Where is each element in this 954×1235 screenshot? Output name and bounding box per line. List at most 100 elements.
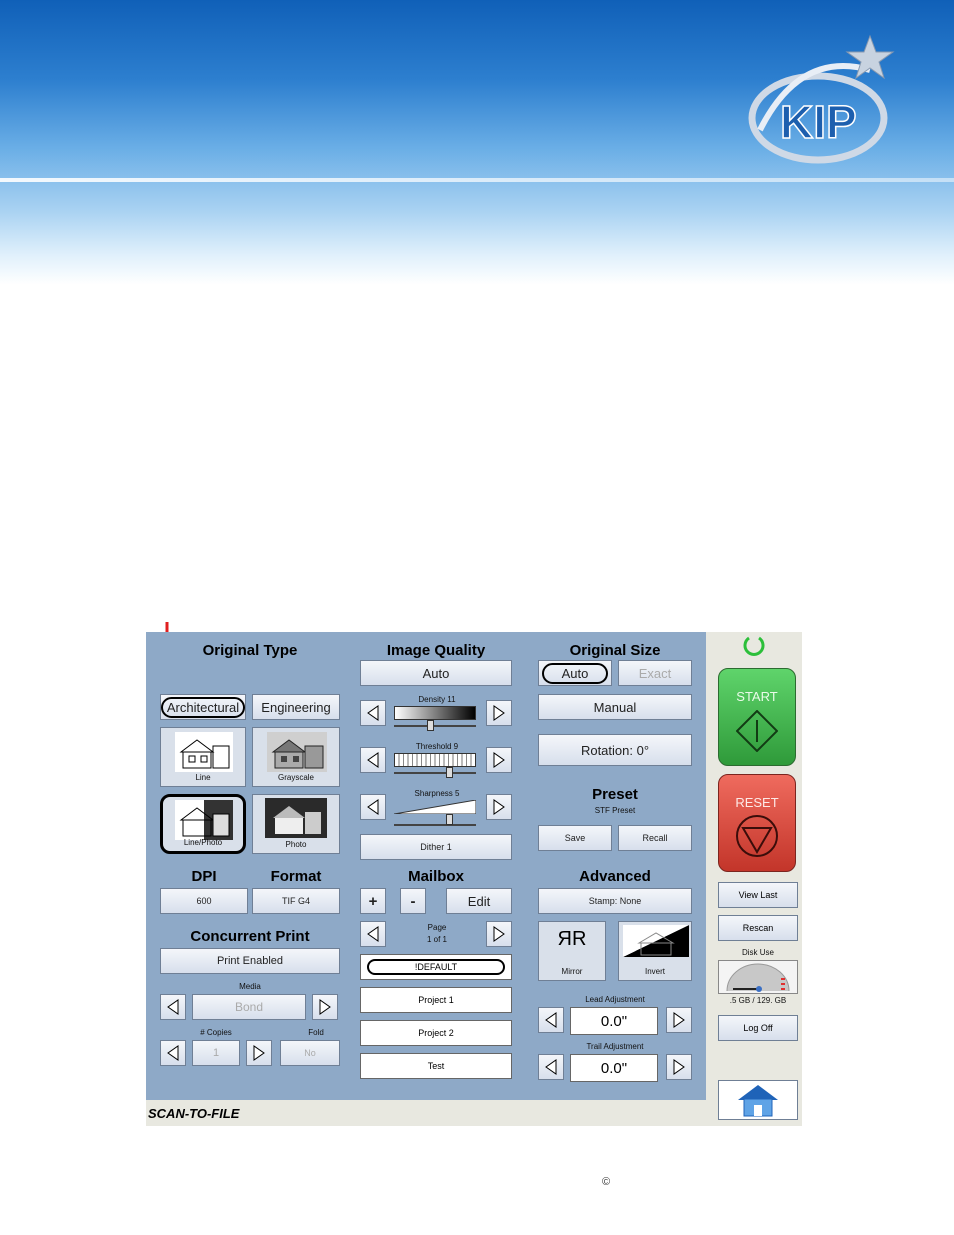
arrow-right-icon (673, 1059, 685, 1075)
mailbox-item-test[interactable]: Test (360, 1053, 512, 1079)
sharpness-decrease-button[interactable] (360, 794, 386, 820)
preset-save-button[interactable]: Save (538, 825, 612, 851)
architectural-label: Architectural (160, 696, 246, 718)
trail-adjustment-value[interactable]: 0.0" (570, 1054, 658, 1082)
preset-recall-button[interactable]: Recall (618, 825, 692, 851)
copyright-symbol: © (602, 1176, 611, 1188)
start-label: START (736, 689, 778, 704)
log-off-button[interactable]: Log Off (718, 1015, 798, 1041)
mailbox-remove-button[interactable]: - (400, 888, 426, 914)
threshold-slider[interactable] (394, 753, 476, 779)
media-prev-button[interactable] (160, 994, 186, 1020)
arrow-left-icon (545, 1012, 557, 1028)
architectural-button[interactable]: Architectural (160, 694, 246, 720)
arrow-left-icon (167, 1045, 179, 1061)
side-panel: START RESET View Last Rescan Disk Use .5… (706, 632, 802, 1126)
density-track (394, 725, 476, 727)
mailbox-page-next-button[interactable] (486, 921, 512, 947)
house-grayscale-icon (267, 732, 327, 772)
trail-increase-button[interactable] (666, 1054, 692, 1080)
density-thumb[interactable] (427, 720, 434, 731)
sharpness-increase-button[interactable] (486, 794, 512, 820)
threshold-increase-button[interactable] (486, 747, 512, 773)
home-button[interactable] (718, 1080, 798, 1120)
original-type-heading: Original Type (202, 642, 298, 659)
preset-name: STF Preset (594, 806, 636, 815)
line-type-button[interactable]: Line (160, 727, 246, 787)
dither-button[interactable]: Dither 1 (360, 834, 512, 860)
arrow-right-icon (493, 799, 505, 815)
view-last-button[interactable]: View Last (718, 882, 798, 908)
mirror-icon: ЯR (557, 928, 587, 950)
svg-text:KIP: KIP (780, 96, 857, 148)
arrow-right-icon (253, 1045, 265, 1061)
sharpness-thumb[interactable] (446, 814, 453, 825)
copies-increase-button[interactable] (246, 1040, 272, 1066)
start-button[interactable]: START (718, 668, 796, 766)
media-label: Media (239, 982, 261, 991)
stamp-button[interactable]: Stamp: None (538, 888, 692, 914)
page-label: Page (427, 923, 447, 932)
arrow-right-icon (493, 705, 505, 721)
mailbox-item-label: !DEFAULT (367, 959, 505, 975)
line-photo-type-button[interactable]: Line/Photo (160, 794, 246, 854)
start-diamond-icon (735, 709, 779, 753)
rescan-button[interactable]: Rescan (718, 915, 798, 941)
lead-increase-button[interactable] (666, 1007, 692, 1033)
house-line-icon (175, 732, 233, 772)
mailbox-item-project-2[interactable]: Project 2 (360, 1020, 512, 1046)
sharpness-slider[interactable] (393, 799, 477, 826)
disk-use-gauge (718, 960, 798, 994)
mailbox-item-default[interactable]: !DEFAULT (360, 954, 512, 980)
copies-label: # Copies (200, 1028, 232, 1037)
mailbox-item-project-1[interactable]: Project 1 (360, 987, 512, 1013)
header-banner: KIP (0, 0, 954, 285)
mailbox-add-button[interactable]: + (360, 888, 386, 914)
media-next-button[interactable] (312, 994, 338, 1020)
sharpness-ramp (393, 799, 477, 815)
mailbox-heading: Mailbox (408, 868, 464, 885)
arrow-left-icon (367, 705, 379, 721)
grayscale-type-button[interactable]: Grayscale (252, 727, 340, 787)
sharpness-label: Sharpness 5 (414, 789, 460, 798)
trail-decrease-button[interactable] (538, 1054, 564, 1080)
invert-button[interactable]: Invert (618, 921, 692, 981)
lead-decrease-button[interactable] (538, 1007, 564, 1033)
density-slider[interactable] (394, 706, 476, 732)
original-size-exact-button[interactable]: Exact (618, 660, 692, 686)
photo-type-button[interactable]: Photo (252, 794, 340, 854)
threshold-decrease-button[interactable] (360, 747, 386, 773)
lead-adjustment-value[interactable]: 0.0" (570, 1007, 658, 1035)
house-linephoto-icon (175, 800, 233, 840)
original-size-heading: Original Size (569, 642, 661, 659)
disk-use-value: .5 GB / 129. GB (729, 996, 787, 1005)
photo-label: Photo (285, 840, 307, 849)
format-button[interactable]: TIF G4 (252, 888, 340, 914)
image-quality-heading: Image Quality (386, 642, 486, 659)
arrow-left-icon (367, 752, 379, 768)
arrow-right-icon (493, 926, 505, 942)
threshold-pattern (394, 753, 476, 767)
lead-adjustment-label: Lead Adjustment (585, 995, 645, 1004)
density-increase-button[interactable] (486, 700, 512, 726)
format-heading: Format (270, 868, 322, 885)
density-decrease-button[interactable] (360, 700, 386, 726)
image-quality-auto-button[interactable]: Auto (360, 660, 512, 686)
mailbox-page-prev-button[interactable] (360, 921, 386, 947)
original-size-manual-button[interactable]: Manual (538, 694, 692, 720)
mirror-button[interactable]: ЯR Mirror (538, 921, 606, 981)
threshold-thumb[interactable] (446, 767, 453, 778)
reset-button[interactable]: RESET (718, 774, 796, 872)
dpi-button[interactable]: 600 (160, 888, 248, 914)
rotation-button[interactable]: Rotation: 0° (538, 734, 692, 766)
fold-button[interactable]: No (280, 1040, 340, 1066)
arrow-left-icon (545, 1059, 557, 1075)
engineering-button[interactable]: Engineering (252, 694, 340, 720)
dpi-heading: DPI (191, 868, 217, 885)
mode-label: SCAN-TO-FILE (148, 1106, 240, 1121)
mailbox-edit-button[interactable]: Edit (446, 888, 512, 914)
print-enabled-button[interactable]: Print Enabled (160, 948, 340, 974)
original-size-auto-button[interactable]: Auto (538, 660, 612, 686)
advanced-heading: Advanced (579, 868, 651, 885)
copies-decrease-button[interactable] (160, 1040, 186, 1066)
